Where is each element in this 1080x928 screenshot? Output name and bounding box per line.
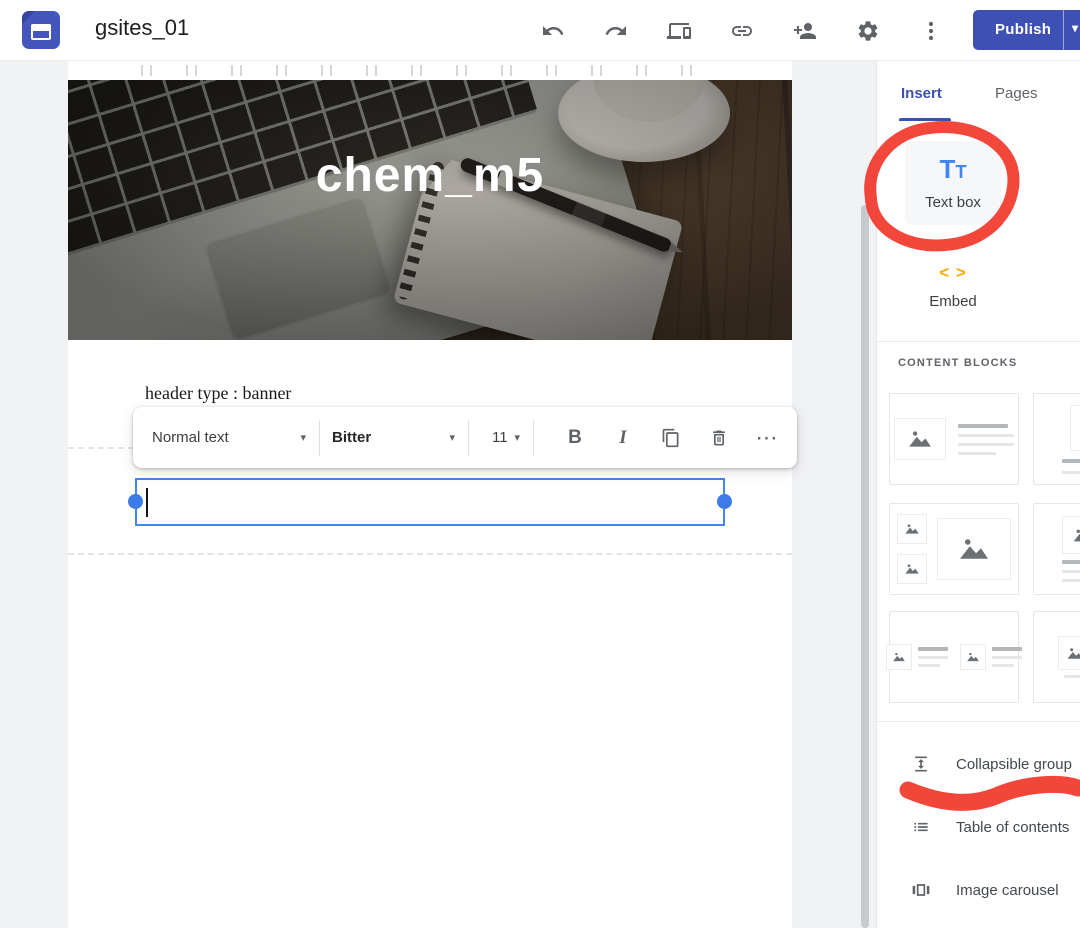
logo-pane-bar	[31, 24, 51, 31]
chevron-down-icon: ▾	[300, 431, 306, 444]
content-block-image-top-text-bottom[interactable]	[1033, 393, 1080, 485]
text-line-placeholder	[958, 452, 996, 455]
image-placeholder-icon	[886, 644, 912, 670]
resize-handle-left[interactable]	[128, 494, 143, 509]
google-sites-logo[interactable]	[22, 11, 60, 49]
embed-label: Embed	[929, 293, 977, 310]
sidebar-item-image-carousel[interactable]: Image carousel	[911, 878, 1080, 902]
copy-link-icon[interactable]	[729, 18, 755, 44]
italic-icon[interactable]: I	[604, 419, 642, 457]
collapsible-group-icon	[911, 754, 931, 774]
page-canvas: chem_m5 header type : banner Normal text…	[68, 61, 792, 928]
bold-icon[interactable]: B	[556, 419, 594, 457]
text-line-placeholder	[1062, 570, 1080, 573]
image-carousel-icon	[911, 880, 931, 900]
redo-icon[interactable]	[603, 18, 629, 44]
chevron-down-icon: ▾	[514, 431, 520, 444]
site-title[interactable]: gsites_01	[95, 15, 189, 41]
share-add-person-icon[interactable]	[792, 18, 818, 44]
delete-icon[interactable]	[700, 419, 738, 457]
font-size-value: 11	[492, 429, 508, 446]
duplicate-icon[interactable]	[652, 419, 690, 457]
image-placeholder-icon	[897, 554, 927, 584]
publish-label: Publish	[995, 21, 1051, 38]
toolbar-divider	[533, 420, 534, 456]
text-line-placeholder	[1062, 471, 1080, 474]
font-family-dropdown[interactable]: Bitter ▾	[320, 407, 468, 468]
text-line-placeholder	[1062, 579, 1080, 582]
more-options-icon[interactable]: ⋯	[748, 419, 786, 457]
tab-pages[interactable]: Pages	[995, 85, 1038, 102]
text-line-placeholder	[918, 647, 948, 651]
publish-button[interactable]: Publish ▾	[973, 10, 1080, 50]
section-divider-dashed	[68, 553, 792, 555]
resize-handle-right[interactable]	[717, 494, 732, 509]
chevron-down-icon: ▾	[449, 431, 455, 444]
menu-label: Image carousel	[956, 882, 1059, 899]
menu-label: Table of contents	[956, 819, 1069, 836]
red-marker-underline-annotation	[896, 772, 1080, 818]
content-block-two-small-one-large-image[interactable]	[889, 503, 1019, 595]
image-placeholder-icon	[1062, 516, 1080, 554]
preview-devices-icon[interactable]	[666, 18, 692, 44]
image-placeholder-icon	[1070, 405, 1080, 451]
text-line-placeholder	[1062, 459, 1080, 463]
sidebar-divider	[877, 721, 1080, 722]
content-block-image-gallery[interactable]	[1033, 611, 1080, 703]
scrolled-element-tick-strip	[135, 62, 727, 79]
text-format-toolbar: Normal text ▾ Bitter ▾ 11 ▾ B I	[133, 407, 797, 468]
banner-title[interactable]: chem_m5	[68, 148, 792, 203]
publish-separator	[1063, 10, 1064, 50]
text-line-placeholder	[918, 664, 940, 667]
image-placeholder-icon	[894, 418, 946, 460]
text-line-placeholder	[1064, 675, 1080, 678]
body-text[interactable]: header type : banner	[145, 383, 291, 404]
image-placeholder-icon	[960, 644, 986, 670]
sidebar-item-table-of-contents[interactable]: Table of contents	[911, 815, 1080, 839]
text-cursor	[146, 488, 148, 517]
image-placeholder-icon	[1058, 636, 1080, 670]
font-size-dropdown[interactable]: 11 ▾	[469, 407, 533, 468]
text-line-placeholder	[1062, 560, 1080, 564]
app-bar: gsites_01 Publish ▾	[0, 0, 1080, 61]
selected-text-box[interactable]	[135, 478, 725, 526]
text-line-placeholder	[992, 664, 1014, 667]
text-line-placeholder	[958, 424, 1008, 428]
table-of-contents-icon	[911, 817, 931, 837]
app-bar-actions	[540, 0, 944, 61]
text-line-placeholder	[992, 647, 1022, 651]
tab-insert[interactable]: Insert	[901, 85, 942, 102]
sidebar-divider	[877, 341, 1080, 342]
paragraph-style-value: Normal text	[152, 429, 229, 446]
toolbar-icon-group: B I ⋯	[556, 419, 786, 457]
publish-dropdown-caret-icon[interactable]: ▾	[1072, 21, 1078, 35]
content-block-image-left-text-right[interactable]	[889, 393, 1019, 485]
settings-gear-icon[interactable]	[855, 18, 881, 44]
insert-embed-button[interactable]: < > Embed	[905, 251, 1001, 321]
paragraph-style-dropdown[interactable]: Normal text ▾	[133, 407, 319, 468]
logo-fold	[22, 11, 35, 24]
undo-icon[interactable]	[540, 18, 566, 44]
text-line-placeholder	[918, 656, 948, 659]
canvas-left-gutter	[0, 61, 68, 928]
content-blocks-heading: CONTENT BLOCKS	[898, 357, 1017, 369]
image-placeholder-icon	[937, 518, 1011, 580]
text-line-placeholder	[958, 443, 1014, 446]
text-line-placeholder	[992, 656, 1022, 659]
banner-dark-overlay	[68, 80, 792, 340]
menu-label: Collapsible group	[956, 756, 1072, 773]
vertical-scrollbar[interactable]	[861, 205, 869, 928]
content-block-two-columns-image-text[interactable]	[889, 611, 1019, 703]
header-banner[interactable]: chem_m5	[68, 80, 792, 340]
embed-code-icon: < >	[939, 263, 967, 283]
font-family-value: Bitter	[332, 429, 371, 446]
image-placeholder-icon	[897, 514, 927, 544]
content-block-small-image-text[interactable]	[1033, 503, 1080, 595]
text-line-placeholder	[958, 434, 1014, 437]
more-vertical-icon[interactable]	[918, 18, 944, 44]
